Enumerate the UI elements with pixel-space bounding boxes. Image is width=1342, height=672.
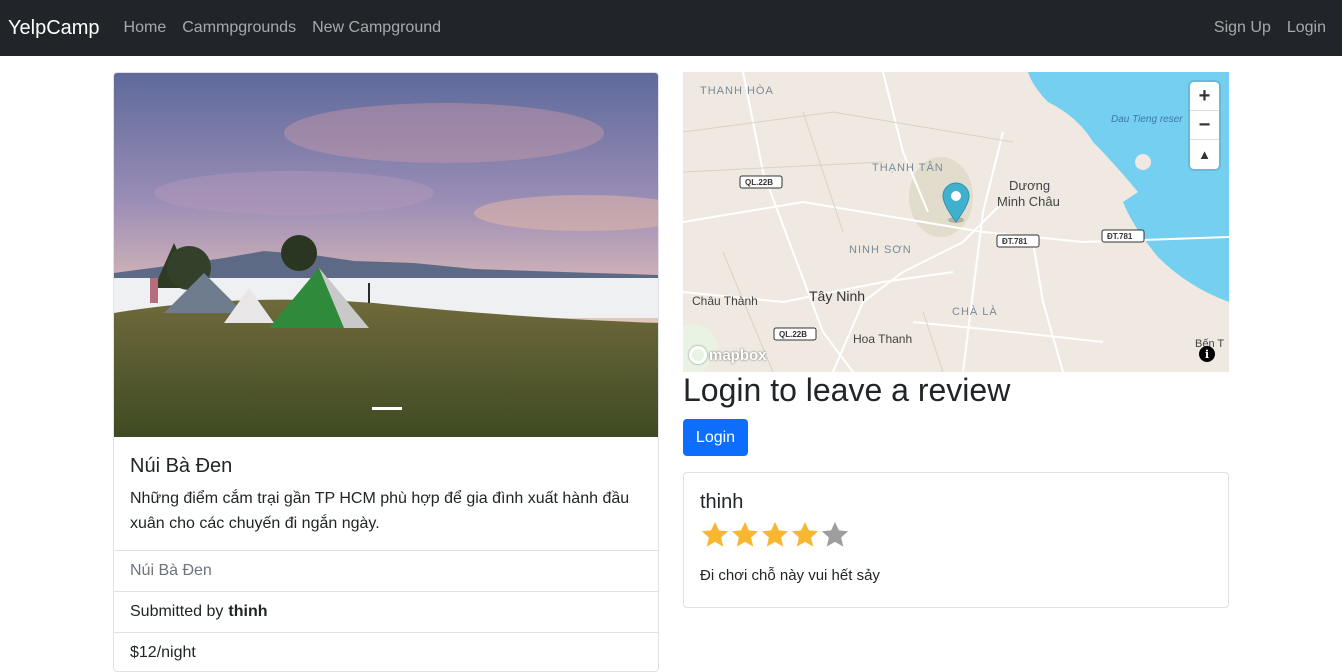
campground-card: Núi Bà Đen Những điểm cắm trại gần TP HC… [113,72,659,672]
campground-map[interactable]: THANH HÒA THẠNH TÂN Dương Minh Châu NINH… [683,72,1229,372]
brand-link[interactable]: YelpCamp [8,17,100,40]
compass-button[interactable]: ▲ [1190,140,1219,169]
campground-photo-carousel[interactable] [114,73,658,437]
map-label-minh-chau: Minh Châu [997,194,1060,209]
star-empty-icon [821,521,849,547]
map-zoom-controls: + − ▲ [1190,82,1219,169]
review-rating-stars [700,520,1212,554]
review-login-button[interactable]: Login [683,419,748,456]
map-label-dau-tieng: Dau Tieng reser [1111,114,1183,125]
map-label-chau-thanh: Châu Thành [692,294,758,308]
zoom-in-button[interactable]: + [1190,82,1219,111]
map-label-thanh-tan: THẠNH TÂN [872,161,944,174]
nav-right: Sign Up Login [1198,0,1326,56]
map-road-ql22b-1: QL.22B [745,178,773,187]
review-login-heading: Login to leave a review [683,372,1011,408]
nav-home-link[interactable]: Home [124,19,167,37]
nav-signup-link[interactable]: Sign Up [1214,19,1271,37]
campground-submitted: Submitted by thinh [114,592,658,633]
nav-new-campground-link[interactable]: New Campground [312,19,441,37]
submitted-author: thinh [228,603,268,620]
review-text: Đi chơi chỗ này vui hết sảy [700,567,880,584]
map-road-dt781-1: ĐT.781 [1002,237,1028,246]
map-label-hoa-thanh: Hoa Thanh [853,332,912,346]
nav-campgrounds-link[interactable]: Cammpgrounds [182,19,296,37]
submitted-prefix: Submitted by [130,603,224,620]
star-filled-icon [701,521,729,547]
carousel-indicator[interactable] [372,407,402,410]
star-filled-icon [791,521,819,547]
map-label-tay-ninh: Tây Ninh [809,288,865,304]
review-card: thinh Đi chơi chỗ này vui hết sảy [683,472,1229,608]
map-label-ninh-son: NINH SƠN [849,244,912,256]
map-road-dt781-2: ĐT.781 [1107,232,1133,241]
campground-body: Núi Bà Đen Những điểm cắm trại gần TP HC… [114,437,658,551]
star-filled-icon [761,521,789,547]
map-label-duong: Dương [1009,178,1050,193]
map-info-icon[interactable]: i [1199,346,1215,362]
campground-title: Núi Bà Đen [130,455,233,477]
map-label-thanh-hoa: THANH HÒA [700,84,774,97]
campground-photo [114,73,658,437]
star-filled-icon [731,521,759,547]
mapbox-logo[interactable]: mapbox [689,346,767,364]
navbar: YelpCamp Home Cammpgrounds New Campgroun… [0,0,1342,56]
nav-login-link[interactable]: Login [1287,19,1326,37]
review-author: thinh [700,491,744,513]
map-label-cha-la: CHÀ LÀ [952,305,998,318]
map-canvas[interactable]: THANH HÒA THẠNH TÂN Dương Minh Châu NINH… [683,72,1229,372]
mapbox-logo-text: mapbox [709,346,767,364]
mapbox-logo-icon [689,346,707,364]
zoom-out-button[interactable]: − [1190,111,1219,140]
campground-location: Núi Bà Đen [114,551,658,592]
map-road-ql22b-2: QL.22B [779,330,807,339]
campground-description: Những điểm cắm trại gần TP HCM phù hợp đ… [130,490,630,532]
